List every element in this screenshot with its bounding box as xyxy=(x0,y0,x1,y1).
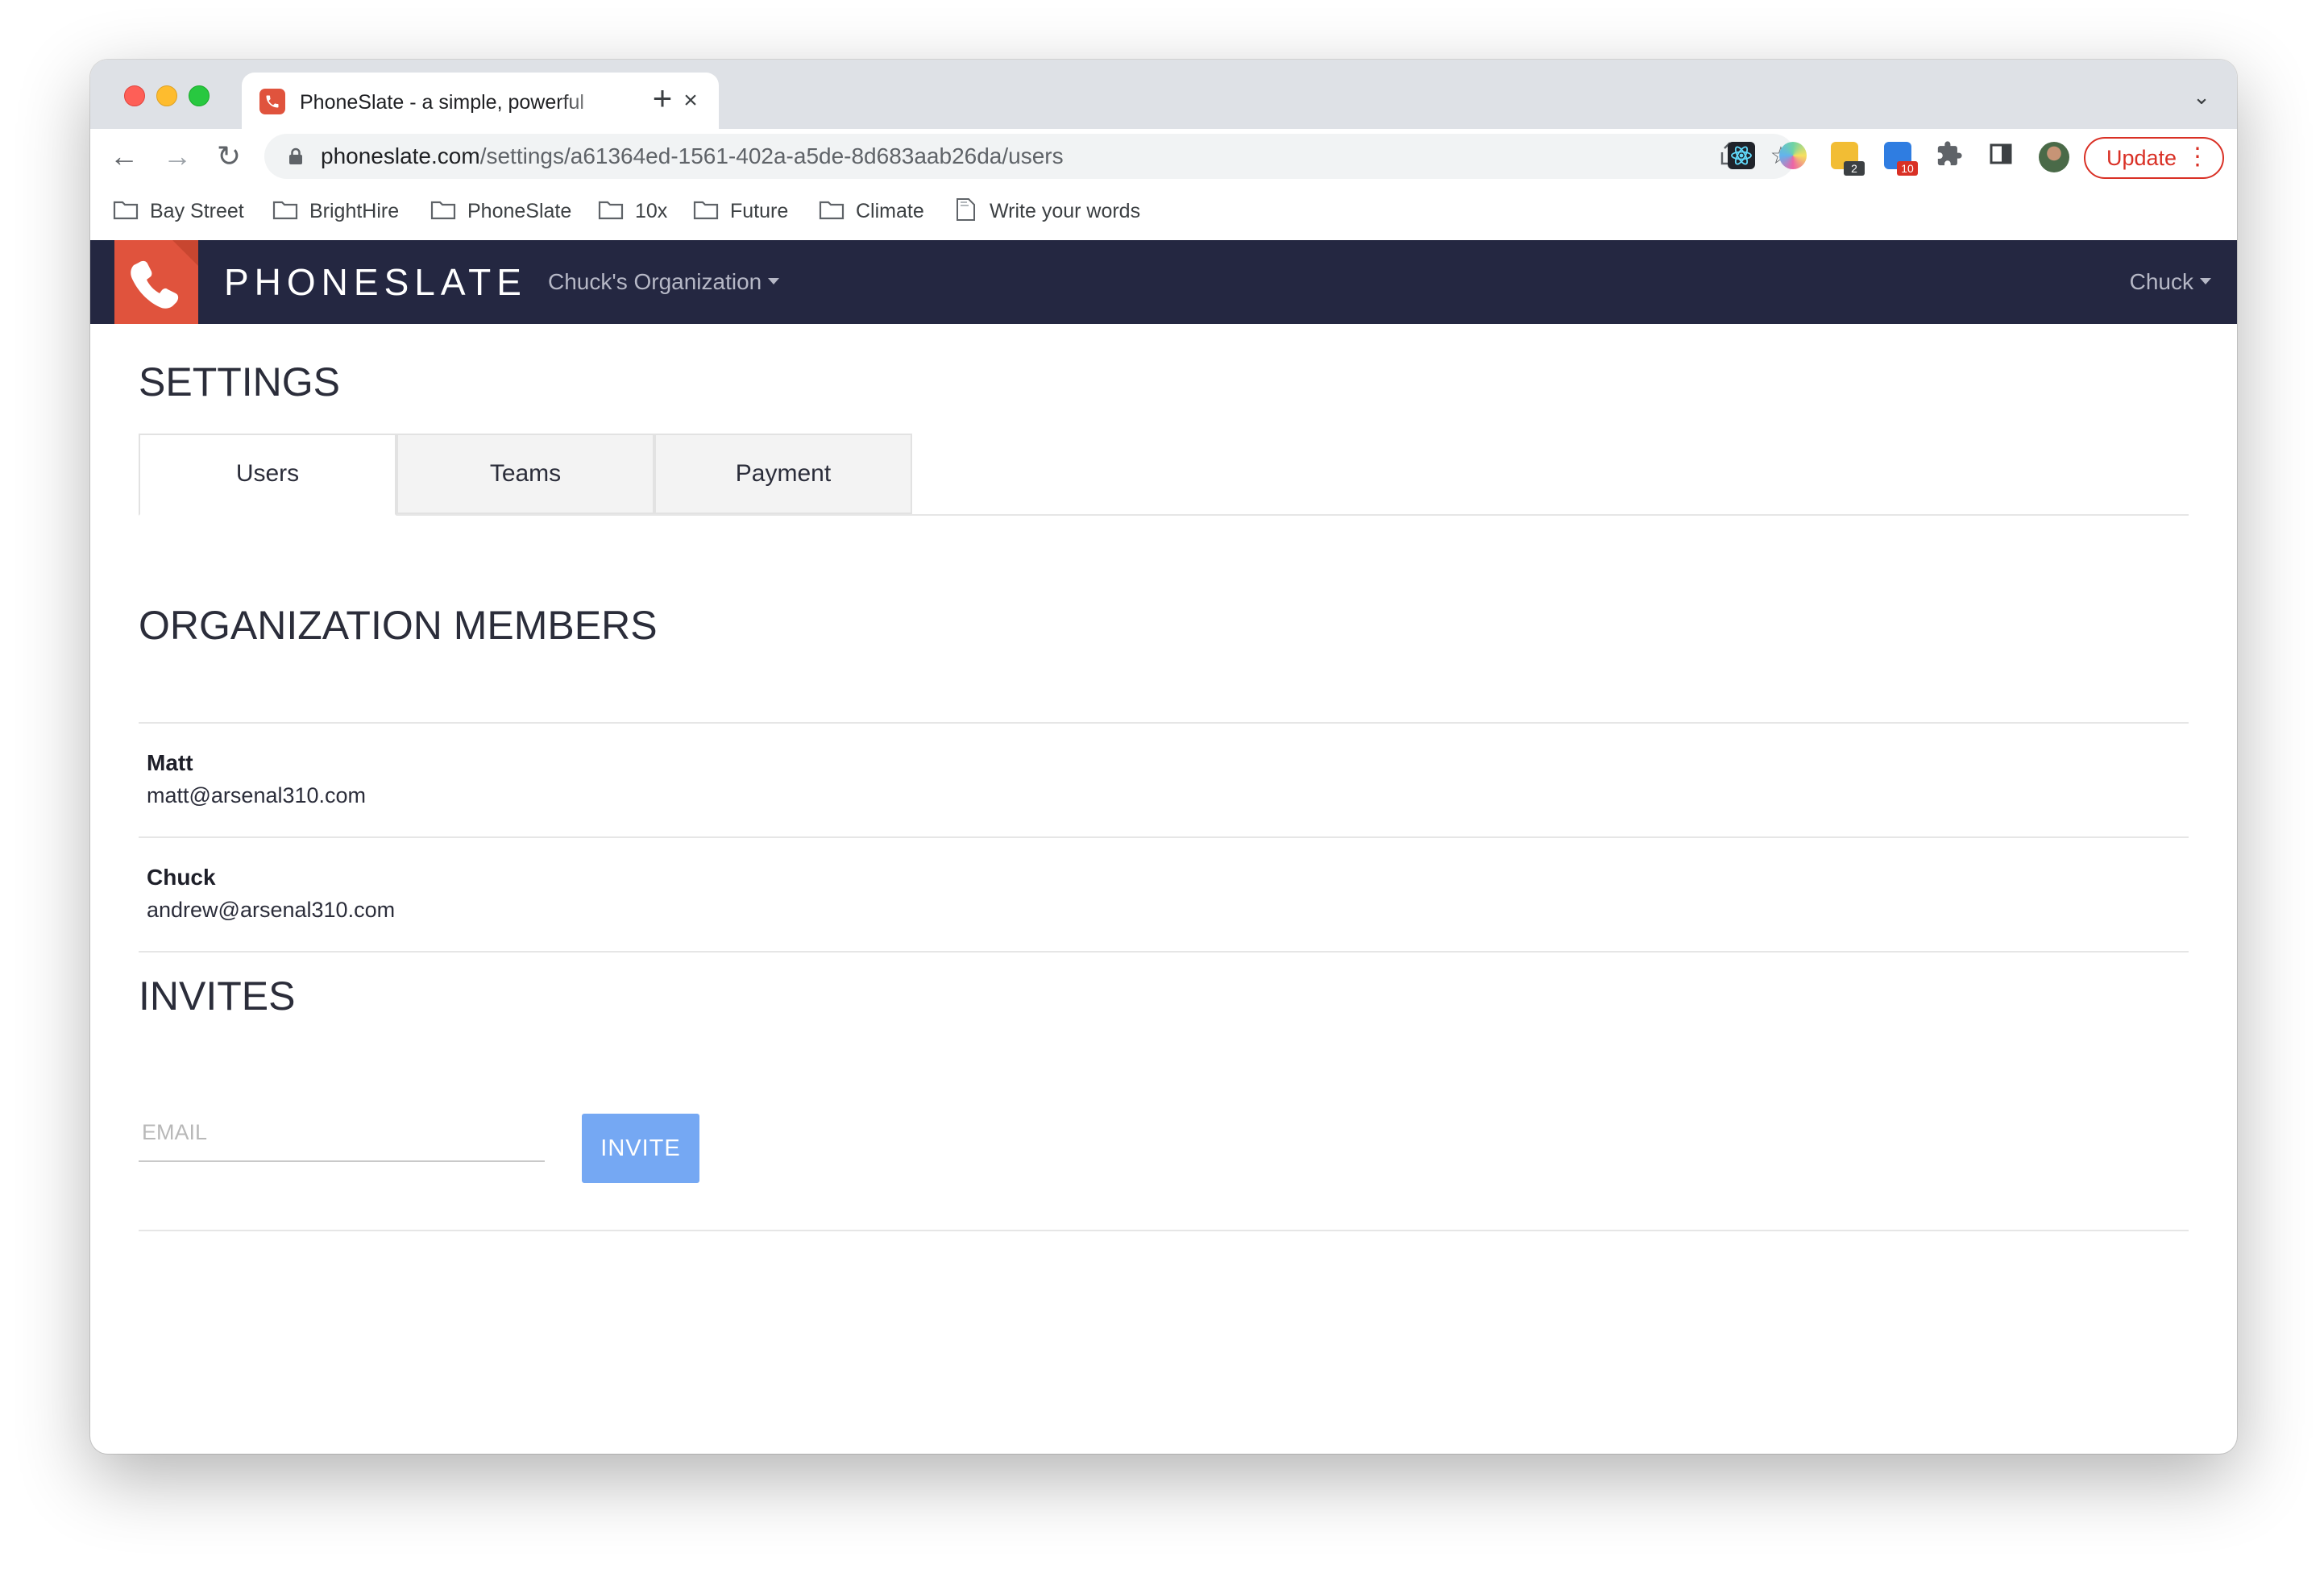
bookmark-label: Bay Street xyxy=(150,200,244,222)
bookmark-folder-10x[interactable]: 10x xyxy=(598,197,667,226)
bookmark-folder-future[interactable]: Future xyxy=(693,197,788,226)
caret-down-icon xyxy=(768,277,780,284)
folder-icon xyxy=(598,201,624,220)
bookmark-label: 10x xyxy=(635,200,668,222)
url-host: phoneslate.com xyxy=(321,143,480,168)
lock-icon xyxy=(289,147,302,164)
browser-toolbar: ← → ↻ phoneslate.com/settings/a61364ed-1… xyxy=(90,129,2237,184)
user-dropdown[interactable]: Chuck xyxy=(2130,268,2211,297)
bookmark-label: PhoneSlate xyxy=(467,200,572,222)
organization-dropdown[interactable]: Chuck's Organization xyxy=(548,268,780,297)
bookmark-write-your-words[interactable]: Write your words xyxy=(954,197,1140,226)
folder-icon xyxy=(430,201,456,220)
more-vertical-icon: ⋮ xyxy=(2185,143,2210,170)
invite-button[interactable]: INVITE xyxy=(582,1114,699,1183)
folder-icon xyxy=(819,201,845,220)
minimize-window-button[interactable] xyxy=(156,85,177,106)
bookmark-label: BrightHire xyxy=(309,200,400,222)
address-bar[interactable]: phoneslate.com/settings/a61364ed-1561-40… xyxy=(264,134,1795,179)
member-email: matt@arsenal310.com xyxy=(147,783,367,807)
settings-tabs: Users Teams Payment xyxy=(139,434,2189,516)
divider xyxy=(139,722,2189,724)
sticky-notes-extension-icon[interactable]: 2 xyxy=(1831,142,1865,176)
user-name: Chuck xyxy=(2129,269,2193,294)
tab-close-icon[interactable]: × xyxy=(677,87,704,114)
divider xyxy=(139,836,2189,838)
bookmark-folder-climate[interactable]: Climate xyxy=(819,197,924,226)
colorzilla-icon[interactable] xyxy=(1779,142,1807,169)
folder-icon xyxy=(693,201,719,220)
reload-icon[interactable]: ↻ xyxy=(211,139,247,174)
bookmark-label: Future xyxy=(730,200,789,222)
back-arrow-icon[interactable]: ← xyxy=(106,139,142,174)
browser-window: PhoneSlate - a simple, powerful × + ⌄ ← … xyxy=(90,60,2237,1454)
document-icon xyxy=(957,198,975,222)
divider xyxy=(139,1230,2189,1231)
side-panel-icon[interactable] xyxy=(1987,140,2015,168)
extension-badge: 10 xyxy=(1897,161,1918,176)
forward-arrow-icon[interactable]: → xyxy=(160,139,195,174)
page-title: SETTINGS xyxy=(139,359,341,405)
bookmark-folder-bay-street[interactable]: Bay Street xyxy=(113,197,244,226)
member-name: Matt xyxy=(147,750,193,775)
tab-search-chevron-icon[interactable]: ⌄ xyxy=(2189,86,2214,107)
extension-badge: 2 xyxy=(1844,161,1865,176)
caret-down-icon xyxy=(2200,277,2211,284)
bookmark-label: Write your words xyxy=(990,200,1141,222)
new-tab-plus-icon[interactable]: + xyxy=(646,81,679,115)
profile-avatar[interactable] xyxy=(2039,142,2069,172)
phoneslate-favicon-icon xyxy=(259,89,285,114)
bookmark-folder-phoneslate[interactable]: PhoneSlate xyxy=(430,197,571,226)
divider xyxy=(139,951,2189,953)
extensions-puzzle-icon[interactable] xyxy=(1936,140,1963,168)
phoneslate-logo[interactable] xyxy=(114,240,198,324)
url-path: /settings/a61364ed-1561-402a-a5de-8d683a… xyxy=(479,143,1064,168)
bookmark-folder-brighthire[interactable]: BrightHire xyxy=(272,197,399,226)
bookmarks-bar: Bay Street BrightHire PhoneSlate 10x Fut… xyxy=(90,184,2237,241)
member-email: andrew@arsenal310.com xyxy=(147,898,396,922)
brand-wordmark[interactable]: PHONESLATE xyxy=(224,259,527,305)
tab-title: PhoneSlate - a simple, powerful xyxy=(300,91,584,114)
member-name: Chuck xyxy=(147,865,216,890)
task-extension-icon[interactable]: 10 xyxy=(1884,142,1918,176)
folder-icon xyxy=(113,201,139,220)
organization-name: Chuck's Organization xyxy=(548,269,762,294)
react-devtools-icon[interactable] xyxy=(1728,142,1755,169)
maximize-window-button[interactable] xyxy=(189,85,210,106)
tab-payment[interactable]: Payment xyxy=(654,434,912,514)
invite-email-input[interactable] xyxy=(139,1104,545,1162)
bookmark-label: Climate xyxy=(856,200,924,222)
update-button[interactable]: Update ⋮ xyxy=(2084,137,2224,179)
invites-heading: INVITES xyxy=(139,973,296,1019)
app-navbar: PHONESLATE Chuck's Organization Chuck xyxy=(90,240,2237,324)
update-label: Update xyxy=(2106,146,2177,170)
close-window-button[interactable] xyxy=(124,85,145,106)
tab-users[interactable]: Users xyxy=(139,434,396,516)
url-text[interactable]: phoneslate.com/settings/a61364ed-1561-40… xyxy=(321,141,1064,172)
tab-teams[interactable]: Teams xyxy=(396,434,654,514)
members-heading: ORGANIZATION MEMBERS xyxy=(139,603,658,648)
tab-strip: PhoneSlate - a simple, powerful × + ⌄ xyxy=(90,60,2237,129)
settings-page: SETTINGS Users Teams Payment ORGANIZATIO… xyxy=(90,324,2237,1454)
folder-icon xyxy=(272,201,298,220)
